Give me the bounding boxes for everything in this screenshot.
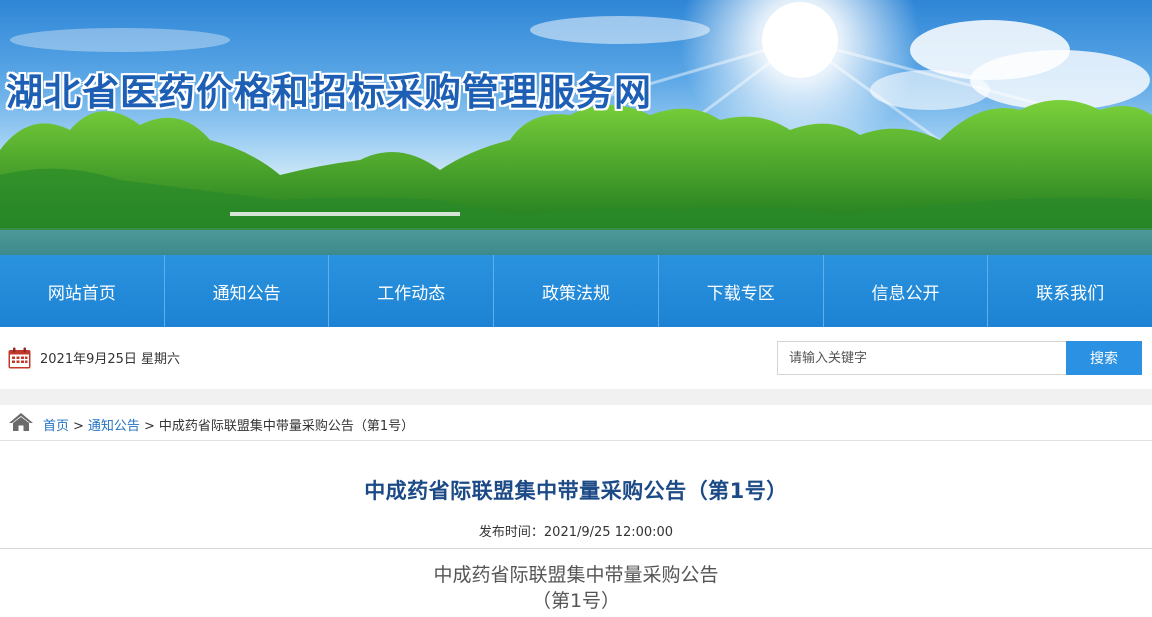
breadcrumb: 首页 > 通知公告 > 中成药省际联盟集中带量采购公告（第1号） [0,405,1152,441]
breadcrumb-home-link[interactable]: 首页 [43,419,69,434]
nav-item-notices[interactable]: 通知公告 [165,255,330,327]
header-banner: 湖北省医药价格和招标采购管理服务网 [0,0,1152,255]
article-body-heading: 中成药省际联盟集中带量采购公告 （第1号） [0,549,1152,614]
nav-item-downloads[interactable]: 下载专区 [659,255,824,327]
search-button[interactable]: 搜索 [1066,341,1142,375]
breadcrumb-notices-link[interactable]: 通知公告 [88,419,140,434]
current-date: 2021年9月25日 星期六 [40,352,181,367]
section-gap [0,389,1152,405]
home-icon [9,413,33,431]
site-title: 湖北省医药价格和招标采购管理服务网 [6,71,652,114]
breadcrumb-current: 中成药省际联盟集中带量采购公告（第1号） [158,419,415,434]
article: 中成药省际联盟集中带量采购公告（第1号） 发布时间：2021/9/25 12:0… [0,441,1152,614]
nav-item-info-disclosure[interactable]: 信息公开 [824,255,989,327]
breadcrumb-separator: > [73,419,84,434]
info-bar: 2021年9月25日 星期六 搜索 [0,327,1152,389]
article-title: 中成药省际联盟集中带量采购公告（第1号） [364,479,788,503]
article-heading-line-1: 中成药省际联盟集中带量采购公告 [433,564,719,586]
calendar-icon [8,347,31,369]
nav-item-home[interactable]: 网站首页 [0,255,165,327]
nav-item-contact[interactable]: 联系我们 [988,255,1152,327]
banner-landscape-image [0,0,1152,255]
article-heading-line-2: （第1号） [531,590,621,612]
breadcrumb-separator: > [143,419,155,434]
main-nav: 网站首页 通知公告 工作动态 政策法规 下载专区 信息公开 联系我们 [0,255,1152,327]
publish-time: 发布时间：2021/9/25 12:00:00 [478,525,674,540]
nav-item-policies[interactable]: 政策法规 [494,255,659,327]
breadcrumb-trail: 首页 > 通知公告 > 中成药省际联盟集中带量采购公告（第1号） [43,415,414,434]
nav-item-work-news[interactable]: 工作动态 [329,255,495,327]
search-input[interactable] [777,341,1066,375]
